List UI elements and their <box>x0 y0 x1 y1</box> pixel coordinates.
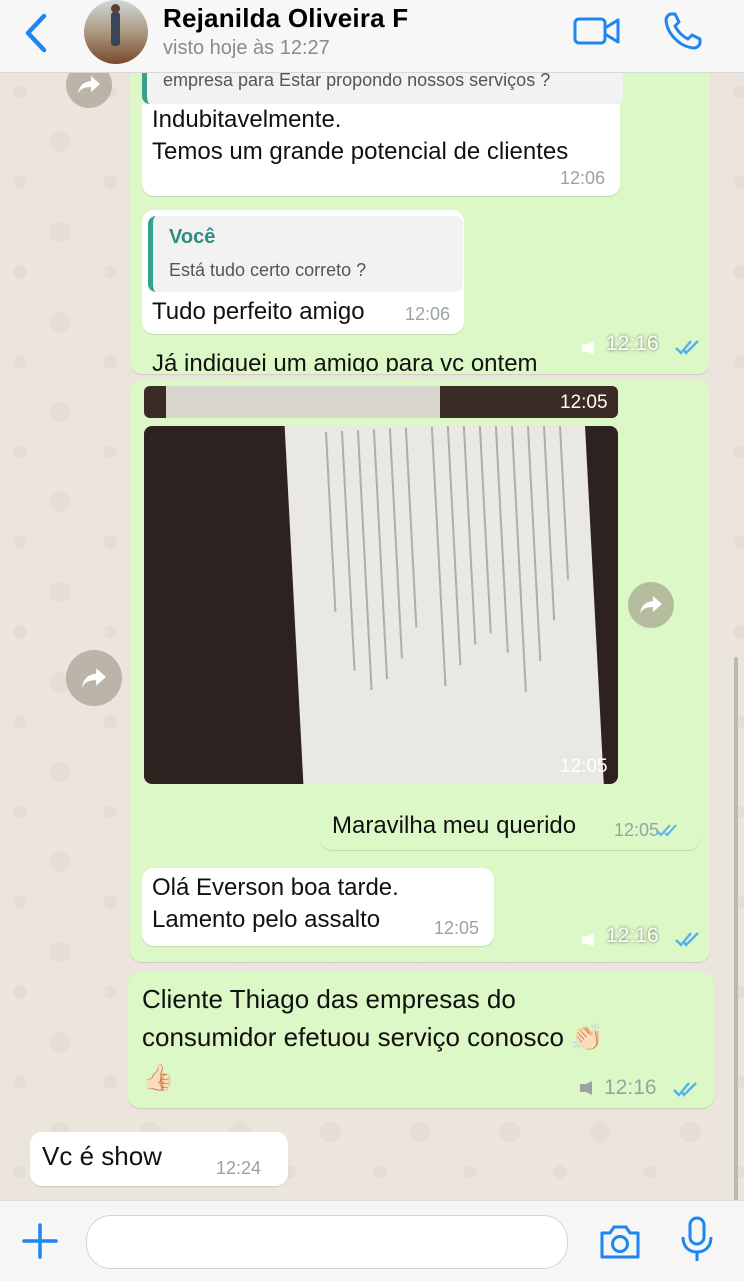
video-call-button[interactable] <box>572 14 622 48</box>
quote-text: Está tudo certo correto ? <box>169 260 367 280</box>
forward-button[interactable] <box>66 72 112 108</box>
forward-icon <box>82 668 106 688</box>
photo-time: 12:05 <box>560 756 608 777</box>
message-bubble-incoming[interactable]: Você Está tudo certo correto ? Tudo perf… <box>142 210 464 334</box>
message-text: Cliente Thiago das empresas do <box>142 984 516 1014</box>
forwarded-screenshot-card[interactable]: empresa para Estar propondo nossos servi… <box>130 72 710 374</box>
forward-button[interactable] <box>66 650 122 706</box>
back-icon <box>25 13 47 53</box>
sent-indicator-icon <box>580 1081 592 1095</box>
back-button[interactable] <box>18 10 54 56</box>
forwarded-screenshot-card[interactable]: 12:05 12:05 Maravilha meu querido 12:05 … <box>130 380 710 962</box>
forward-icon <box>640 596 662 614</box>
message-time: 12:24 <box>216 1158 262 1178</box>
message-bubble-incoming[interactable]: Indubitavelmente. Temos um grande potenc… <box>142 104 620 196</box>
chat-header: Rejanilda Oliveira F visto hoje às 12:27 <box>0 0 744 73</box>
cut-message-text: Já indiquei um amigo para vc ontem <box>152 350 538 372</box>
photo-thumbnail[interactable]: 12:05 <box>144 386 618 418</box>
message-text: Lamento pelo assalto <box>152 906 381 933</box>
camera-icon <box>600 1225 640 1259</box>
read-ticks-icon <box>656 824 677 837</box>
phone-call-icon <box>664 12 702 50</box>
message-text: Indubitavelmente. <box>152 106 342 133</box>
forward-button[interactable] <box>628 582 674 628</box>
card-time: 12:16 <box>606 332 659 355</box>
message-text: Maravilha meu querido <box>332 812 577 839</box>
avatar[interactable] <box>84 0 148 64</box>
quoted-message[interactable]: Você Está tudo certo correto ? <box>148 216 463 292</box>
microphone-button[interactable] <box>678 1215 716 1265</box>
read-ticks-icon <box>675 932 699 947</box>
last-seen-status: visto hoje às 12:27 <box>163 37 330 59</box>
message-text: Vc é show <box>42 1141 162 1171</box>
attach-button[interactable] <box>20 1221 60 1261</box>
phone-call-button[interactable] <box>662 10 704 52</box>
emoji-text: 👍🏻 <box>142 1062 175 1092</box>
message-time: 12:06 <box>560 168 606 188</box>
quote-author: Você <box>169 226 216 248</box>
video-call-icon <box>573 17 620 45</box>
message-text: consumidor efetuou serviço conosco 👏🏻 <box>142 1022 604 1052</box>
message-bubble-incoming[interactable]: Vc é show 12:24 <box>30 1132 288 1186</box>
message-input[interactable] <box>86 1215 568 1269</box>
message-bubble-outgoing[interactable]: Maravilha meu querido 12:05 <box>320 804 700 850</box>
microphone-icon <box>681 1216 713 1261</box>
plus-icon <box>22 1223 58 1259</box>
camera-button[interactable] <box>598 1221 642 1261</box>
sent-indicator-icon <box>582 933 594 947</box>
receipt-paper <box>282 426 606 784</box>
message-text: Olá Everson boa tarde. <box>152 874 399 901</box>
scrollbar[interactable] <box>734 657 738 1200</box>
sent-indicator-icon <box>582 341 594 355</box>
message-text: Temos um grande potencial de clientes <box>152 138 569 165</box>
message-composer <box>0 1200 744 1281</box>
message-time: 12:06 <box>405 304 451 324</box>
message-time: 12:05 <box>434 918 480 938</box>
forward-icon <box>78 76 100 94</box>
contact-name[interactable]: Rejanilda Oliveira F <box>163 3 408 34</box>
receipt-photo[interactable]: 12:05 <box>144 426 618 784</box>
read-ticks-icon <box>673 1082 697 1097</box>
message-bubble-incoming[interactable]: Olá Everson boa tarde. Lamento pelo assa… <box>142 868 494 946</box>
message-bubble-outgoing[interactable]: Cliente Thiago das empresas do consumido… <box>128 972 714 1108</box>
message-time: 12:05 <box>614 820 660 840</box>
card-time: 12:16 <box>606 924 659 947</box>
message-time: 12:16 <box>604 1076 657 1099</box>
photo-time: 12:05 <box>560 392 608 413</box>
chat-area[interactable]: empresa para Estar propondo nossos servi… <box>0 72 744 1200</box>
message-text: Tudo perfeito amigo <box>152 298 365 325</box>
read-ticks-icon <box>675 340 699 355</box>
